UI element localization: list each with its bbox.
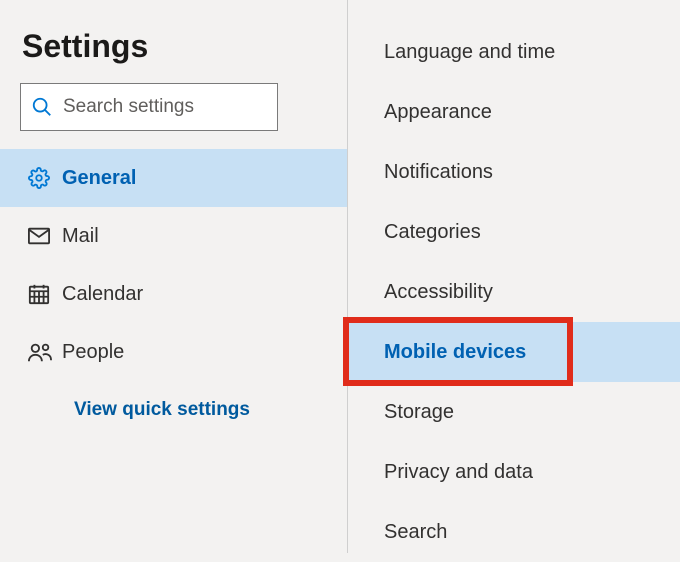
sub-item-label: Storage [384, 401, 454, 424]
search-box[interactable] [20, 83, 278, 131]
general-settings-list: Language and time Appearance Notificatio… [348, 22, 680, 562]
sub-item-appearance[interactable]: Appearance [348, 82, 680, 142]
nav-item-label: Calendar [62, 283, 143, 306]
sub-item-label: Accessibility [384, 281, 493, 304]
sub-item-privacy-and-data[interactable]: Privacy and data [348, 442, 680, 502]
page-title: Settings [0, 18, 347, 83]
nav-item-people[interactable]: People [0, 323, 347, 381]
nav-item-mail[interactable]: Mail [0, 207, 347, 265]
sub-item-label: Categories [384, 221, 481, 244]
sub-item-label: Mobile devices [384, 341, 526, 364]
calendar-icon [28, 283, 62, 305]
sub-item-notifications[interactable]: Notifications [348, 142, 680, 202]
sub-item-language-and-time[interactable]: Language and time [348, 22, 680, 82]
nav-item-label: People [62, 341, 124, 364]
people-icon [28, 341, 62, 363]
nav-item-label: General [62, 167, 136, 190]
settings-category-list: General Mail [0, 149, 347, 381]
gear-icon [28, 167, 62, 189]
sub-item-categories[interactable]: Categories [348, 202, 680, 262]
sub-item-accessibility[interactable]: Accessibility [348, 262, 680, 322]
sub-item-storage[interactable]: Storage [348, 382, 680, 442]
settings-right-pane: Language and time Appearance Notificatio… [348, 0, 680, 553]
nav-item-general[interactable]: General [0, 149, 347, 207]
search-input[interactable] [63, 96, 308, 118]
sub-item-label: Appearance [384, 101, 492, 124]
search-icon [31, 96, 53, 118]
settings-left-pane: Settings General [0, 0, 348, 553]
nav-item-label: Mail [62, 225, 99, 248]
search-container [20, 83, 327, 131]
view-quick-settings-link[interactable]: View quick settings [74, 399, 250, 420]
nav-item-calendar[interactable]: Calendar [0, 265, 347, 323]
mail-icon [28, 227, 62, 245]
sub-item-label: Language and time [384, 41, 555, 64]
sub-item-mobile-devices[interactable]: Mobile devices [348, 322, 680, 382]
quick-settings-wrap: View quick settings [0, 381, 347, 421]
sub-item-label: Search [384, 521, 447, 544]
sub-item-label: Notifications [384, 161, 493, 184]
sub-item-label: Privacy and data [384, 461, 533, 484]
sub-item-search[interactable]: Search [348, 502, 680, 562]
